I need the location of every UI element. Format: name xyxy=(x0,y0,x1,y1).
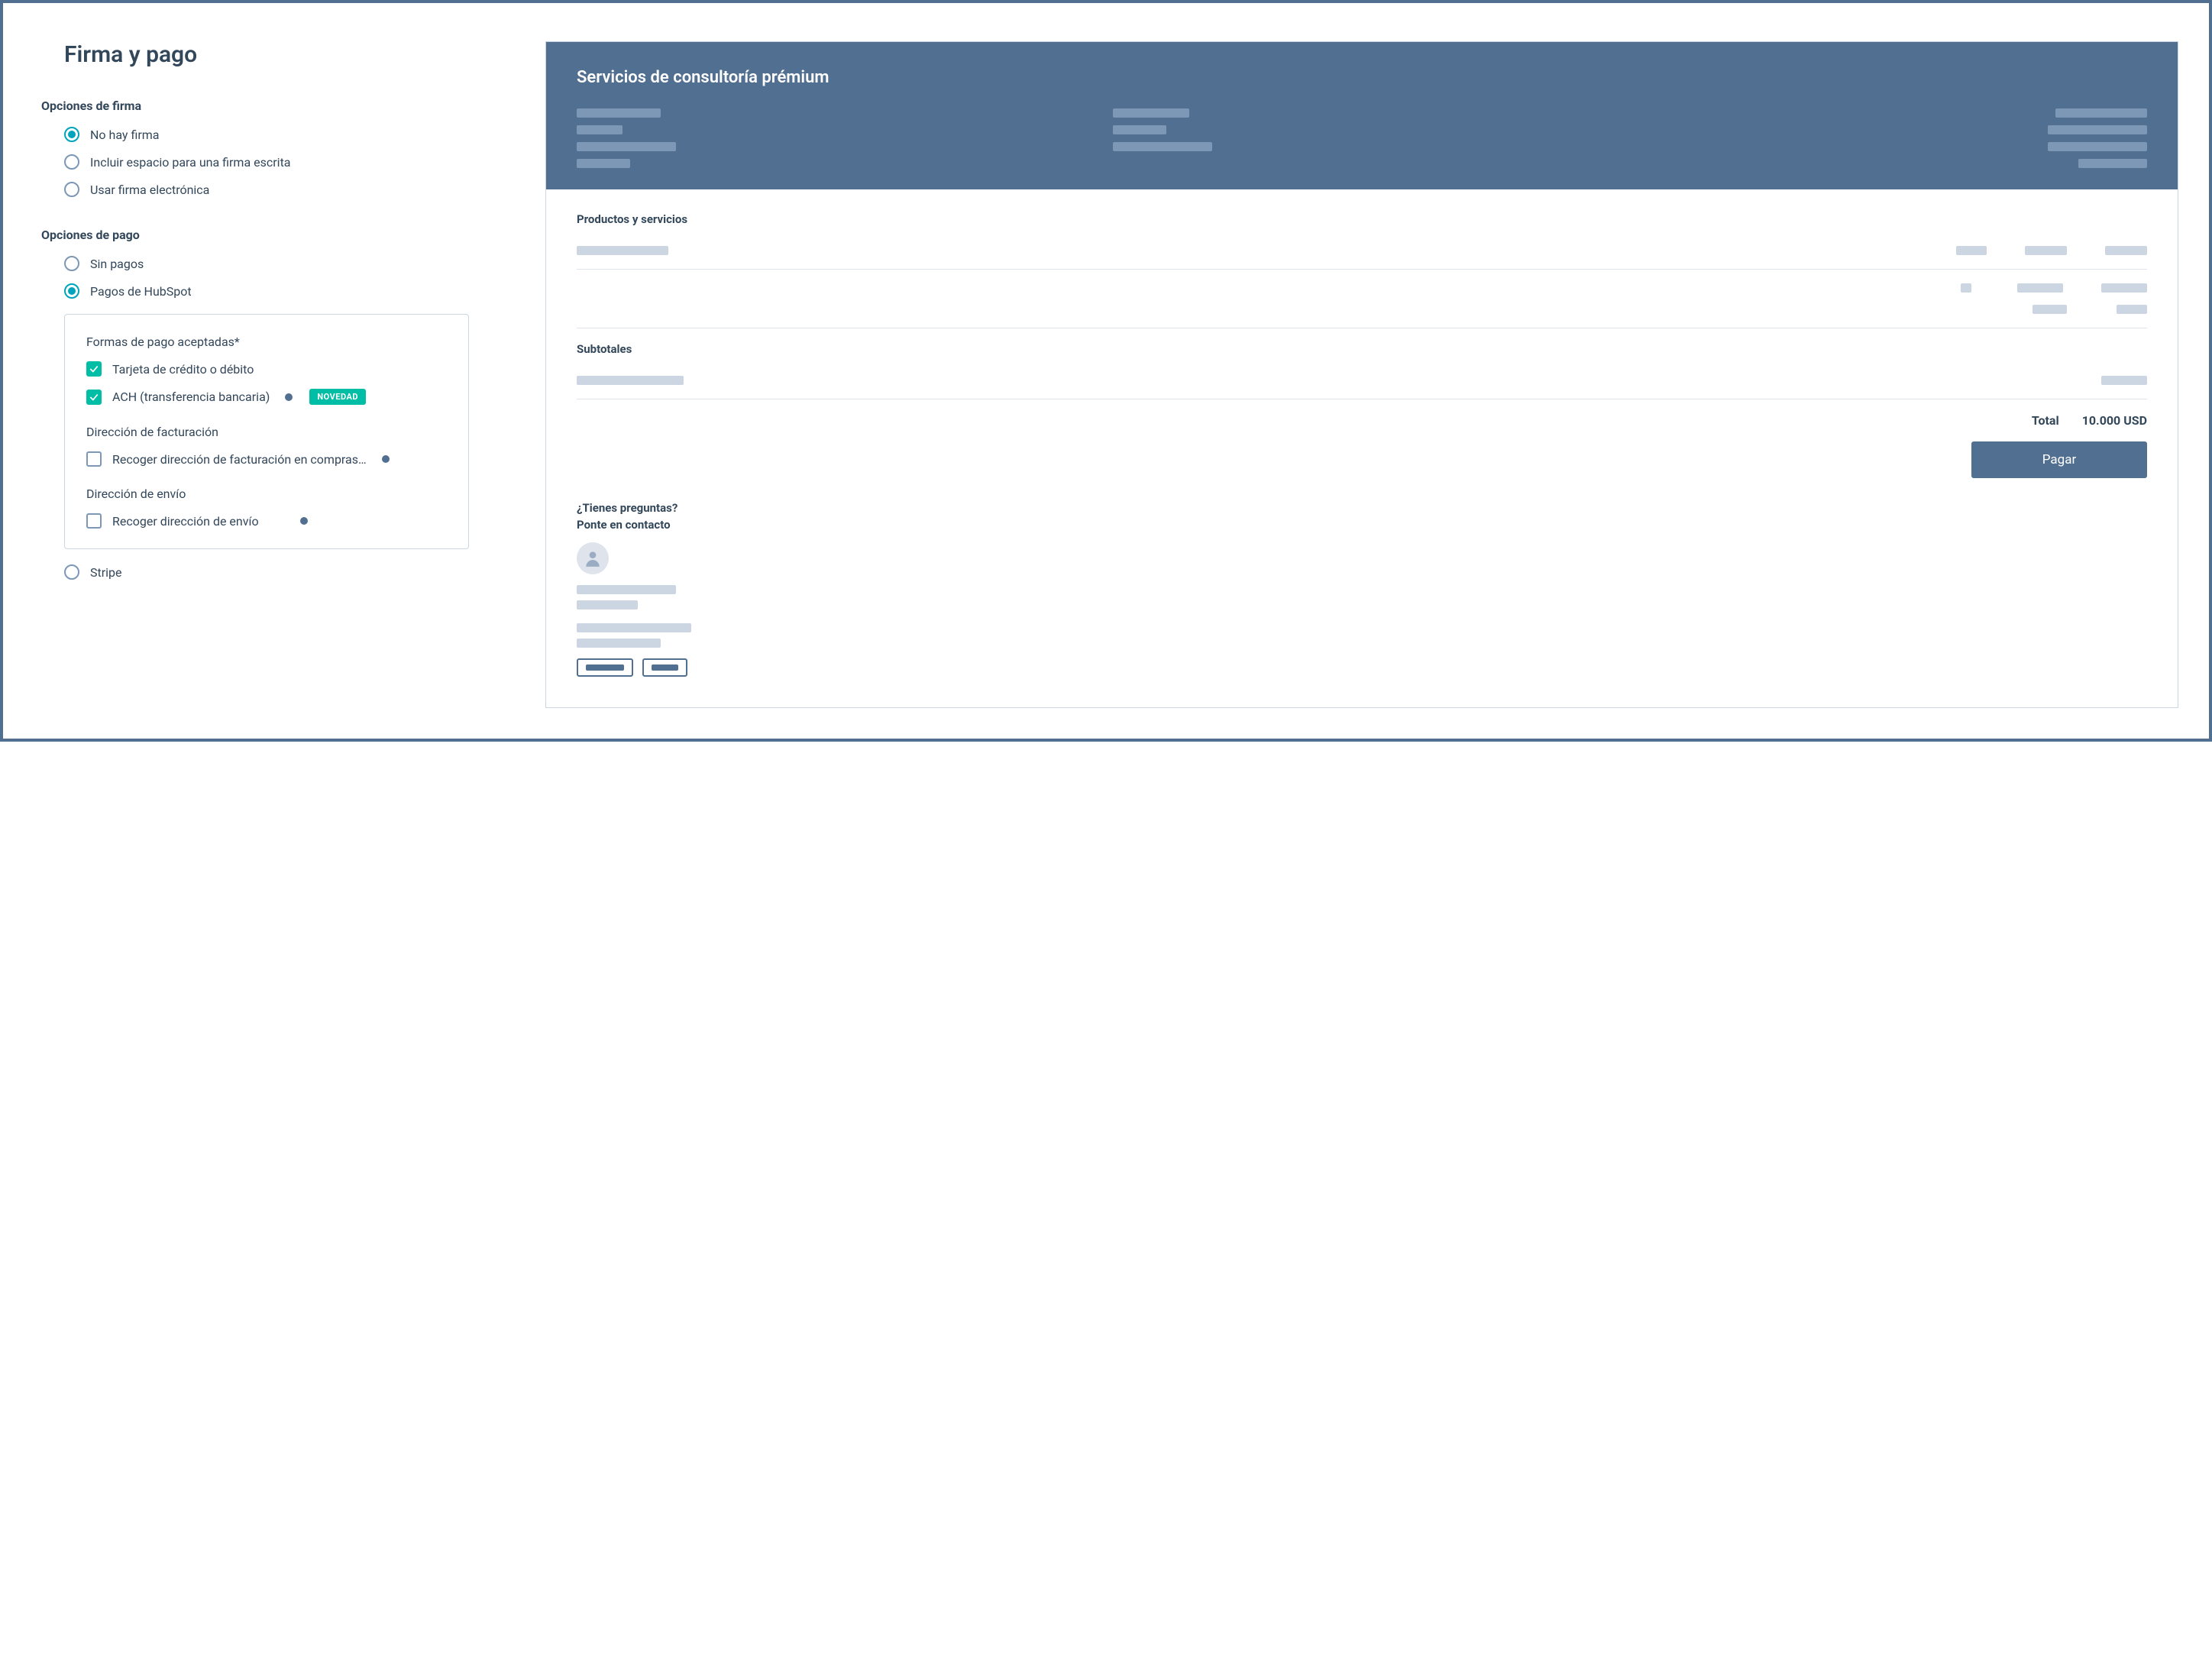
checkbox-icon xyxy=(86,390,102,405)
total-value: 10.000 USD xyxy=(2082,413,2147,428)
table-row xyxy=(577,277,2147,299)
radio-label: Usar firma electrónica xyxy=(90,183,209,197)
questions-heading: ¿Tienes preguntas? xyxy=(577,501,2147,515)
checkbox-label: Recoger dirección de facturación en comp… xyxy=(112,452,367,467)
contact-action-button[interactable] xyxy=(642,658,687,677)
checkbox-credit-debit[interactable]: Tarjeta de crédito o débito xyxy=(86,361,447,377)
payment-heading: Opciones de pago xyxy=(41,228,469,242)
radio-label: Incluir espacio para una firma escrita xyxy=(90,155,291,170)
radio-icon xyxy=(64,564,79,580)
page-title: Firma y pago xyxy=(64,41,469,68)
preview-header-placeholders xyxy=(577,108,2147,168)
contact-action-button[interactable] xyxy=(577,658,633,677)
preview-body: Productos y servicios xyxy=(546,189,2178,707)
checkbox-icon xyxy=(86,361,102,377)
radio-icon xyxy=(64,256,79,271)
radio-no-payment[interactable]: Sin pagos xyxy=(64,256,469,271)
preview-header: Servicios de consultoría prémium xyxy=(546,42,2178,189)
settings-frame: Firma y pago Opciones de firma No hay fi… xyxy=(0,0,2212,742)
table-row xyxy=(577,299,2147,320)
radio-no-signature[interactable]: No hay firma xyxy=(64,127,469,142)
person-icon xyxy=(583,548,603,568)
info-dot-icon[interactable] xyxy=(285,393,293,401)
shipping-heading: Dirección de envío xyxy=(86,487,447,501)
checkbox-shipping-address[interactable]: Recoger dirección de envío xyxy=(86,513,447,529)
checkbox-label: Tarjeta de crédito o débito xyxy=(112,362,254,377)
preview-title: Servicios de consultoría prémium xyxy=(577,68,2147,87)
checkbox-ach[interactable]: ACH (transferencia bancaria) NOVEDAD xyxy=(86,389,447,405)
settings-form: Firma y pago Opciones de firma No hay fi… xyxy=(64,41,469,708)
new-badge: NOVEDAD xyxy=(309,389,366,405)
payment-options: Sin pagos Pagos de HubSpot Formas de pag… xyxy=(64,256,469,580)
contact-action-buttons xyxy=(577,658,2147,677)
info-dot-icon[interactable] xyxy=(382,455,390,463)
accepted-forms-block: Formas de pago aceptadas* Tarjeta de cré… xyxy=(86,335,447,405)
checkbox-billing-address[interactable]: Recoger dirección de facturación en comp… xyxy=(86,451,447,467)
checkbox-icon xyxy=(86,451,102,467)
radio-icon xyxy=(64,283,79,299)
radio-label: Stripe xyxy=(90,565,122,580)
radio-label: Sin pagos xyxy=(90,257,144,271)
billing-address-block: Dirección de facturación Recoger direcci… xyxy=(86,425,447,467)
radio-label: No hay firma xyxy=(90,128,159,142)
contact-heading: Ponte en contacto xyxy=(577,518,2147,532)
radio-written-signature[interactable]: Incluir espacio para una firma escrita xyxy=(64,154,469,170)
radio-icon xyxy=(64,127,79,142)
radio-hubspot-payments[interactable]: Pagos de HubSpot xyxy=(64,283,469,299)
radio-stripe[interactable]: Stripe xyxy=(64,564,469,580)
checkbox-icon xyxy=(86,513,102,529)
billing-heading: Dirección de facturación xyxy=(86,425,447,439)
accepted-forms-heading: Formas de pago aceptadas* xyxy=(86,335,447,349)
radio-label: Pagos de HubSpot xyxy=(90,284,192,299)
shipping-address-block: Dirección de envío Recoger dirección de … xyxy=(86,487,447,529)
signature-options: No hay firma Incluir espacio para una fi… xyxy=(64,127,469,197)
pay-button[interactable]: Pagar xyxy=(1971,441,2147,478)
products-heading: Productos y servicios xyxy=(577,212,2147,226)
checkbox-label: ACH (transferencia bancaria) xyxy=(112,390,270,404)
subtotal-row xyxy=(577,370,2147,391)
quote-preview-column: Servicios de consultoría prémium xyxy=(545,41,2178,708)
radio-esignature[interactable]: Usar firma electrónica xyxy=(64,182,469,197)
table-header-row xyxy=(577,240,2147,261)
contact-placeholder-lines xyxy=(577,585,2147,648)
quote-preview: Servicios de consultoría prémium xyxy=(545,41,2178,708)
signature-heading: Opciones de firma xyxy=(41,99,469,113)
radio-icon xyxy=(64,182,79,197)
subtotals-heading: Subtotales xyxy=(577,342,2147,356)
total-row: Total 10.000 USD xyxy=(577,413,2147,428)
hubspot-payments-panel: Formas de pago aceptadas* Tarjeta de cré… xyxy=(64,314,469,549)
checkbox-label: Recoger dirección de envío xyxy=(112,514,259,529)
total-label: Total xyxy=(2032,413,2059,428)
info-dot-icon[interactable] xyxy=(300,517,308,525)
avatar xyxy=(577,542,609,574)
radio-icon xyxy=(64,154,79,170)
